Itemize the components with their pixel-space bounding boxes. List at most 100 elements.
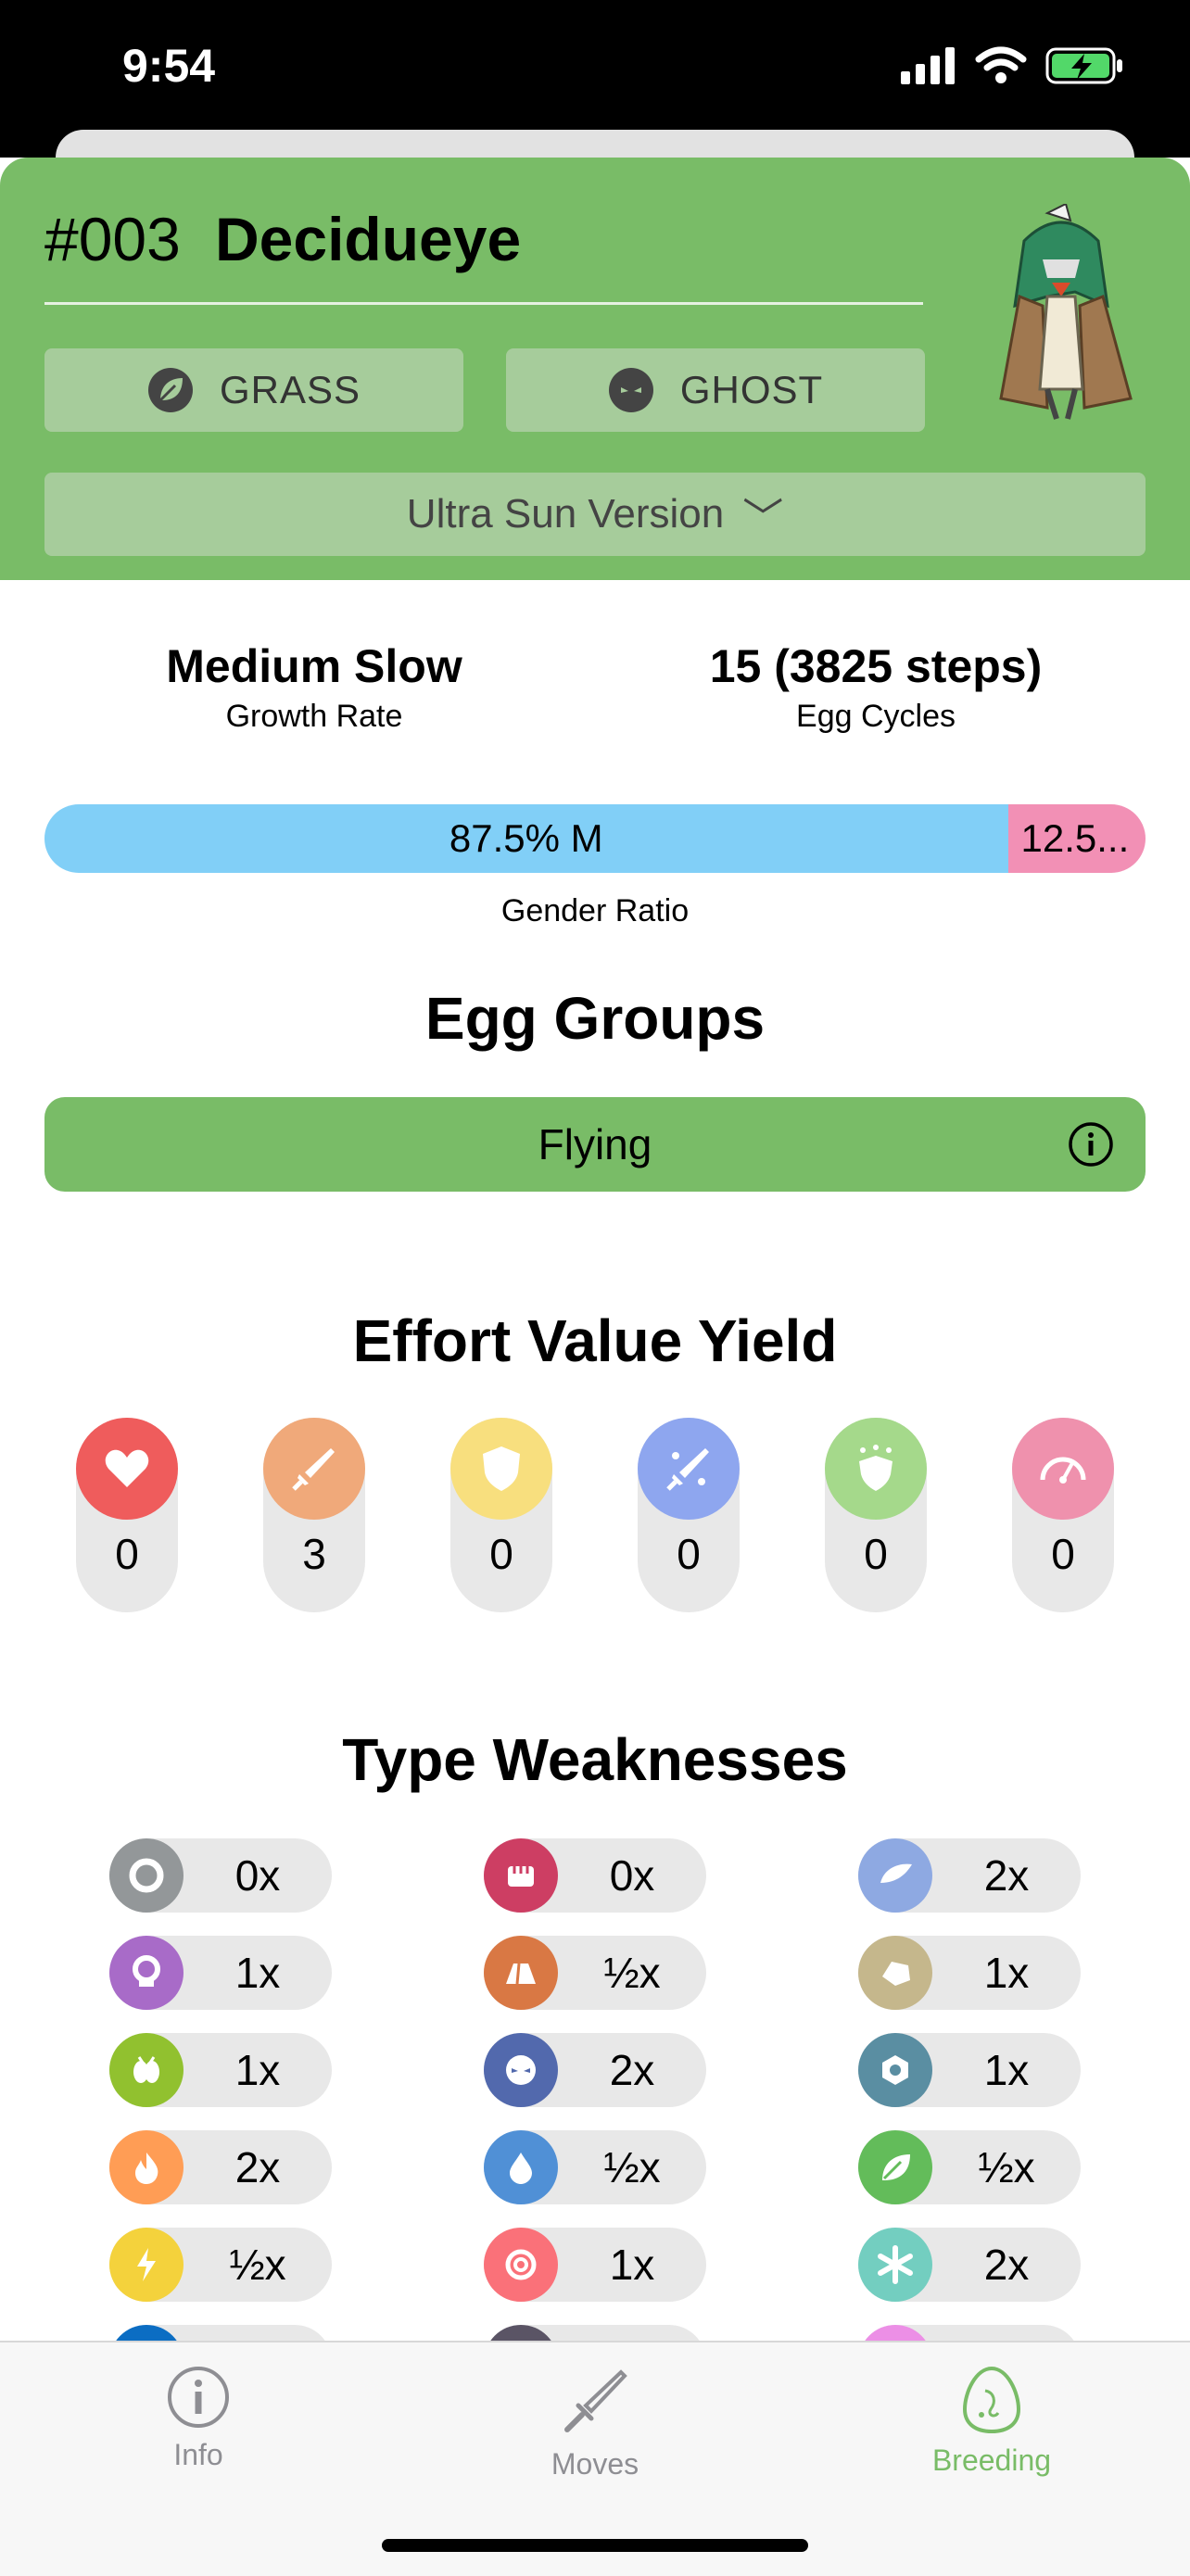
egg-group-item[interactable]: Flying: [44, 1097, 1146, 1192]
ev-stat-defense: 0: [450, 1418, 552, 1612]
ev-stat-attack: 3: [263, 1418, 365, 1612]
gender-ratio-label: Gender Ratio: [500, 893, 690, 928]
info-icon: [168, 2367, 229, 2428]
sword-icon: [263, 1418, 365, 1520]
weakness-value: 0x: [609, 1851, 655, 1900]
growth-rate-value: Medium Slow: [166, 640, 462, 692]
gender-male-segment: 87.5% M: [44, 804, 1008, 873]
weakness-value: 2x: [983, 1851, 1030, 1900]
egg-cycles: 15 (3825 steps) Egg Cycles: [644, 639, 1108, 735]
status-icons: [901, 46, 1125, 85]
ev-value-hp: 0: [115, 1530, 139, 1578]
weakness-flying: 2x: [858, 1838, 1081, 1913]
ground-type-icon: [484, 1936, 558, 2010]
rock-type-icon: [858, 1936, 932, 2010]
pokemon-name: Decidueye: [215, 205, 522, 273]
weakness-fighting: 0x: [484, 1838, 706, 1913]
weakness-ghost: 2x: [484, 2033, 706, 2107]
ev-stat-speed: 0: [1012, 1418, 1114, 1612]
tab-info[interactable]: Info: [59, 2365, 337, 2472]
sparkle-sword-icon: [638, 1418, 740, 1520]
version-label: Ultra Sun Version: [406, 491, 725, 537]
type-weaknesses-title: Type Weaknesses: [342, 1726, 848, 1793]
weakness-psychic: 1x: [484, 2228, 706, 2302]
tab-moves[interactable]: Moves: [456, 2365, 734, 2481]
weakness-steel: 1x: [858, 2033, 1081, 2107]
ghost-type-icon: [484, 2033, 558, 2107]
wifi-icon: [975, 46, 1027, 83]
tab-label-info: Info: [173, 2438, 223, 2471]
grass-type-icon: [858, 2130, 932, 2204]
bug-type-icon: [109, 2033, 184, 2107]
weakness-normal: 0x: [109, 1838, 332, 1913]
weakness-value: ½x: [978, 2143, 1035, 2191]
status-time: 9:54: [122, 40, 216, 92]
type-button-ghost[interactable]: GHOST: [506, 348, 925, 432]
star-shield-icon: [825, 1418, 927, 1520]
shield-icon: [450, 1418, 552, 1520]
weakness-value: ½x: [603, 1949, 661, 1997]
weakness-value: ½x: [603, 2143, 661, 2191]
flying-type-icon: [858, 1838, 932, 1913]
weakness-ground: ½x: [484, 1936, 706, 2010]
ev-value-attack: 3: [302, 1530, 326, 1578]
weakness-value: 1x: [234, 2046, 281, 2094]
weakness-fire: 2x: [109, 2130, 332, 2204]
fighting-type-icon: [484, 1838, 558, 1913]
ev-value-defense: 0: [489, 1530, 513, 1578]
egg-cycles-label: Egg Cycles: [796, 699, 956, 734]
pokemon-header: #003 Decidueye GRASS GHOST Ultra Sun Ver…: [0, 158, 1190, 580]
ice-type-icon: [858, 2228, 932, 2302]
weakness-value: 2x: [983, 2241, 1030, 2289]
weakness-value: 1x: [983, 2046, 1030, 2094]
ev-value-sp-attack: 0: [677, 1530, 701, 1578]
ev-yield-title: Effort Value Yield: [352, 1307, 838, 1374]
tab-label-moves: Moves: [551, 2447, 639, 2481]
weakness-ice: 2x: [858, 2228, 1081, 2302]
weakness-value: 0x: [234, 1851, 281, 1900]
fire-type-icon: [109, 2130, 184, 2204]
weakness-value: 1x: [609, 2241, 655, 2289]
gender-female-segment: 12.5...: [1007, 804, 1146, 873]
sword-icon: [564, 2369, 627, 2432]
weakness-value: ½x: [229, 2241, 286, 2289]
ev-stat-hp: 0: [76, 1418, 178, 1612]
steel-type-icon: [858, 2033, 932, 2107]
chevron-down-icon: ﹀: [742, 496, 784, 541]
normal-type-icon: [109, 1838, 184, 1913]
header-divider: [44, 302, 923, 305]
growth-rate-label: Growth Rate: [225, 699, 403, 734]
info-icon[interactable]: [1068, 1121, 1114, 1168]
weakness-electric: ½x: [109, 2228, 332, 2302]
weakness-value: 1x: [983, 1949, 1030, 1997]
weakness-bug: 1x: [109, 2033, 332, 2107]
egg-icon: [962, 2366, 1021, 2434]
egg-groups-title: Egg Groups: [424, 985, 766, 1052]
ghost-icon: [608, 367, 654, 413]
battery-icon: [1045, 47, 1122, 84]
tab-label-breeding: Breeding: [931, 2443, 1052, 2477]
weakness-value: 2x: [609, 2046, 655, 2094]
poison-type-icon: [109, 1936, 184, 2010]
electric-type-icon: [109, 2228, 184, 2302]
weakness-value: 2x: [234, 2143, 281, 2191]
type-label-grass: GRASS: [219, 368, 361, 411]
water-type-icon: [484, 2130, 558, 2204]
psychic-type-icon: [484, 2228, 558, 2302]
leaf-icon: [147, 367, 194, 413]
signal-icon: [901, 47, 955, 84]
tab-breeding[interactable]: Breeding: [853, 2365, 1131, 2478]
home-indicator: [382, 2539, 808, 2552]
type-button-grass[interactable]: GRASS: [44, 348, 463, 432]
ev-value-sp-defense: 0: [864, 1530, 888, 1578]
weakness-water: ½x: [484, 2130, 706, 2204]
heart-icon: [76, 1418, 178, 1520]
ev-stat-sp-defense: 0: [825, 1418, 927, 1612]
weakness-rock: 1x: [858, 1936, 1081, 2010]
speedometer-icon: [1012, 1418, 1114, 1520]
version-selector[interactable]: Ultra Sun Version ﹀: [44, 473, 1146, 556]
weakness-poison: 1x: [109, 1936, 332, 2010]
ev-value-speed: 0: [1051, 1530, 1075, 1578]
ev-stat-sp-attack: 0: [638, 1418, 740, 1612]
pokemon-number: #003: [44, 205, 181, 273]
